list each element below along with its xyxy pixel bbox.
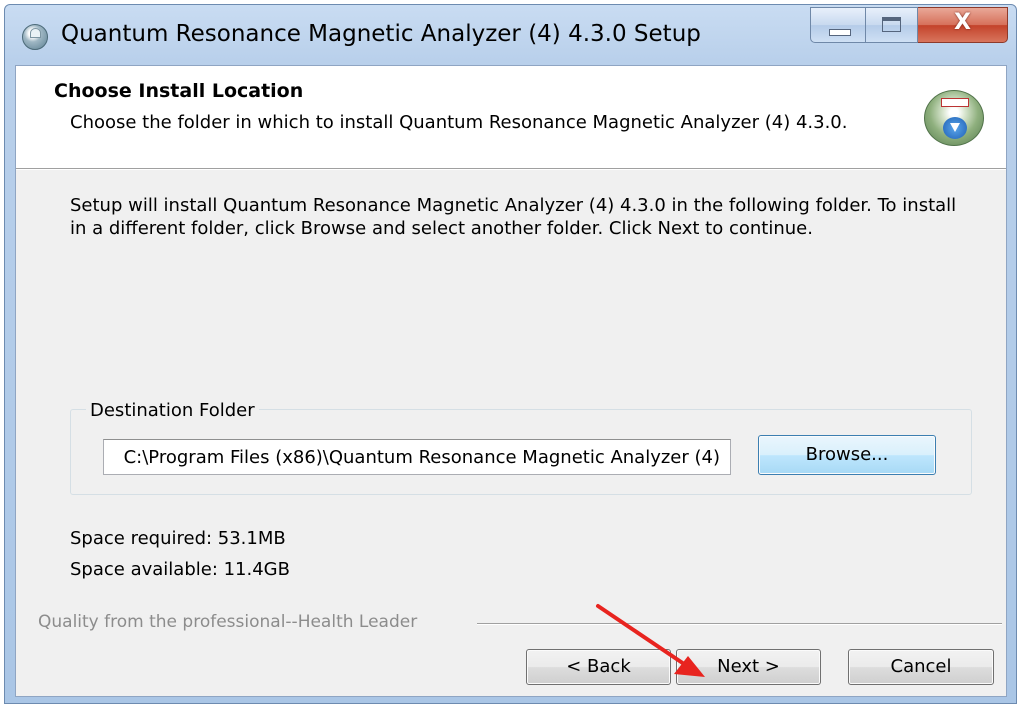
setup-window: Quantum Resonance Magnetic Analyzer (4) … [4, 4, 1017, 704]
page-subtitle: Choose the folder in which to install Qu… [70, 112, 848, 133]
logo-label-icon [941, 98, 969, 107]
close-icon: X [954, 10, 971, 35]
destination-path-input[interactable]: C:\Program Files (x86)\Quantum Resonance… [103, 439, 731, 475]
destination-path-value: C:\Program Files (x86)\Quantum Resonance… [123, 447, 720, 468]
space-available: Space available: 11.4GB [70, 559, 290, 580]
branding-divider [477, 623, 1002, 625]
branding-text: Quality from the professional--Health Le… [38, 612, 418, 632]
download-arrow-icon [943, 117, 967, 139]
maximize-icon [882, 17, 901, 32]
cancel-button[interactable]: Cancel [848, 649, 994, 685]
window-controls: X [810, 7, 1008, 45]
minimize-button[interactable] [810, 7, 866, 43]
close-button[interactable]: X [918, 7, 1008, 43]
wizard-header: Choose Install Location Choose the folde… [16, 66, 1006, 169]
back-button[interactable]: < Back [526, 649, 671, 685]
installer-logo-icon [924, 90, 984, 146]
page-title: Choose Install Location [54, 80, 304, 102]
intro-text: Setup will install Quantum Resonance Mag… [70, 195, 957, 239]
title-bar[interactable]: Quantum Resonance Magnetic Analyzer (4) … [5, 5, 1016, 65]
maximize-button [866, 7, 918, 43]
wizard-panel: Choose Install Location Choose the folde… [15, 65, 1007, 697]
window-title: Quantum Resonance Magnetic Analyzer (4) … [61, 21, 701, 47]
app-icon [22, 24, 48, 50]
minimize-icon [829, 29, 851, 36]
space-required: Space required: 53.1MB [70, 528, 286, 549]
destination-folder-label: Destination Folder [86, 400, 259, 421]
next-button[interactable]: Next > [676, 649, 821, 685]
browse-button[interactable]: Browse... [758, 435, 936, 475]
